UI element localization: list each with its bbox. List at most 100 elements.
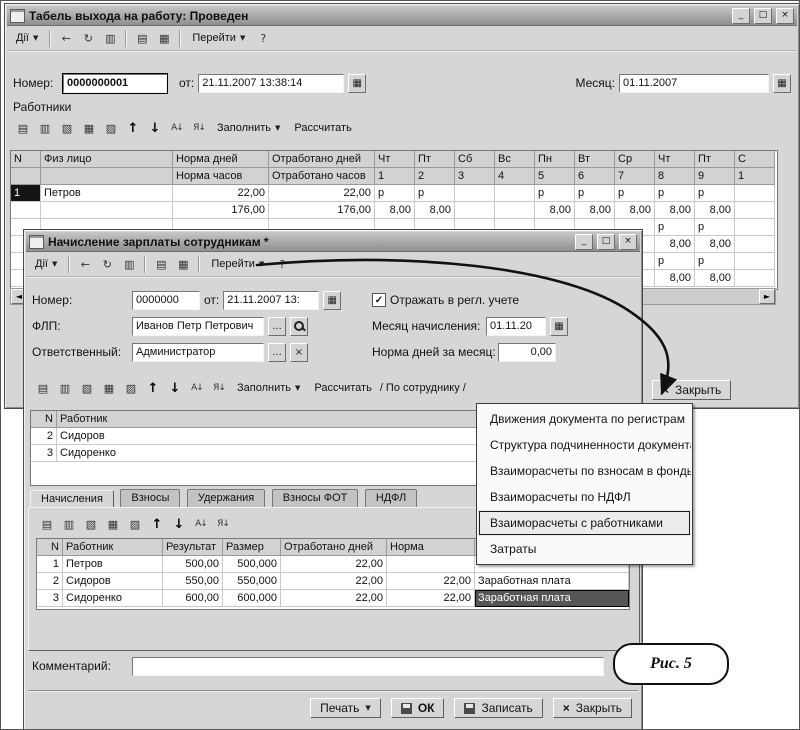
table-cell[interactable]: 600,000 <box>223 590 281 607</box>
table-cell[interactable] <box>495 185 535 202</box>
table-row[interactable]: 3Сидоренко600,00600,00022,0022,00Заработ… <box>37 590 629 607</box>
table-cell[interactable]: р <box>695 185 735 202</box>
accrual-month-input[interactable]: 01.11.20 <box>486 317 546 336</box>
table-cell[interactable] <box>495 202 535 219</box>
calculate-button[interactable]: Рассчитать <box>308 379 377 397</box>
flp-input[interactable]: Иванов Петр Петрович <box>132 317 264 336</box>
calendar-icon[interactable]: ▦ <box>550 317 568 336</box>
table-cell[interactable]: р <box>535 185 575 202</box>
document-icon[interactable]: ▤ <box>132 29 152 47</box>
menu-item-employee-settlements[interactable]: Взаиморасчеты с работниками <box>478 510 691 536</box>
scroll-right-icon[interactable]: ► <box>759 289 775 304</box>
table-cell[interactable]: Ср <box>615 151 655 168</box>
table-cell[interactable]: 500,00 <box>163 556 223 573</box>
number-input[interactable]: 0000000 <box>132 291 200 310</box>
table-cell[interactable] <box>455 202 495 219</box>
table-cell[interactable]: 500,000 <box>223 556 281 573</box>
ok-button[interactable]: ОК <box>391 698 445 718</box>
tab-contributions[interactable]: Взносы <box>120 489 180 507</box>
table-cell[interactable]: 22,00 <box>269 185 375 202</box>
levels-icon[interactable]: ▨ <box>101 119 121 137</box>
tab-fot-contributions[interactable]: Взносы ФОТ <box>272 489 359 507</box>
table-cell[interactable]: 8,00 <box>375 202 415 219</box>
table-cell[interactable]: N <box>37 539 63 556</box>
move-down-icon[interactable]: ↓ <box>165 379 185 397</box>
table-cell[interactable]: 8,00 <box>575 202 615 219</box>
table-cell[interactable]: 22,00 <box>281 590 387 607</box>
sort-desc-icon[interactable]: Я↓ <box>209 379 229 397</box>
table-cell[interactable]: 8,00 <box>415 202 455 219</box>
table-cell[interactable]: р <box>695 253 735 270</box>
menu-item-subordination-structure[interactable]: Структура подчиненности документа <box>478 432 691 458</box>
table-cell[interactable]: р <box>655 253 695 270</box>
table-cell[interactable] <box>41 202 173 219</box>
table-cell[interactable] <box>387 556 475 573</box>
table-cell[interactable]: 9 <box>695 168 735 185</box>
table-cell[interactable]: 6 <box>575 168 615 185</box>
delete-row-icon[interactable]: ▧ <box>77 379 97 397</box>
table-row[interactable]: 176,00176,008,008,008,008,008,008,008,00 <box>11 202 777 219</box>
table-cell[interactable]: р <box>695 219 735 236</box>
table-cell[interactable]: 5 <box>535 168 575 185</box>
move-down-icon[interactable]: ↓ <box>145 119 165 137</box>
refresh-icon[interactable]: ↻ <box>97 255 117 273</box>
table-cell[interactable]: Пн <box>535 151 575 168</box>
order-rows-icon[interactable]: ▦ <box>103 515 123 533</box>
payroll-titlebar[interactable]: Начисление зарплаты сотрудникам * _ □ × <box>26 232 640 252</box>
copy-row-icon[interactable]: ▥ <box>55 379 75 397</box>
sort-asc-icon[interactable]: А↓ <box>187 379 207 397</box>
table-cell[interactable]: Пт <box>695 151 735 168</box>
table-cell[interactable]: Пт <box>415 151 455 168</box>
table-cell[interactable]: 600,00 <box>163 590 223 607</box>
move-up-icon[interactable]: ↑ <box>143 379 163 397</box>
table-cell[interactable]: 8,00 <box>615 202 655 219</box>
table-cell[interactable]: Вс <box>495 151 535 168</box>
copy-row-icon[interactable]: ▥ <box>35 119 55 137</box>
move-down-icon[interactable]: ↓ <box>169 515 189 533</box>
comment-input[interactable] <box>132 657 604 676</box>
ellipsis-icon[interactable]: ... <box>268 343 286 362</box>
table-cell[interactable]: Сидоренко <box>63 590 163 607</box>
table-cell[interactable] <box>735 270 775 287</box>
reflect-accounting-checkbox[interactable]: ✓ <box>372 293 386 307</box>
norm-days-input[interactable]: 0,00 <box>498 343 556 362</box>
table-cell[interactable]: Сб <box>455 151 495 168</box>
add-row-icon[interactable]: ▤ <box>37 515 57 533</box>
table-cell[interactable]: 2 <box>37 573 63 590</box>
tab-ndfl[interactable]: НДФЛ <box>365 489 417 507</box>
add-row-icon[interactable]: ▤ <box>33 379 53 397</box>
order-rows-icon[interactable]: ▦ <box>79 119 99 137</box>
table-cell[interactable]: 1 <box>735 168 775 185</box>
table-cell[interactable]: 8,00 <box>655 202 695 219</box>
table-cell[interactable]: 7 <box>615 168 655 185</box>
table-cell[interactable]: Чт <box>655 151 695 168</box>
clear-icon[interactable]: × <box>290 343 308 362</box>
table-cell[interactable]: Норма <box>387 539 475 556</box>
table-cell[interactable]: 1 <box>11 185 41 202</box>
actions-menu-button[interactable]: Дії ▼ <box>10 29 44 47</box>
add-row-icon[interactable]: ▤ <box>13 119 33 137</box>
table-cell[interactable]: 176,00 <box>173 202 269 219</box>
goto-menu-button[interactable]: Перейти ▼ <box>186 29 251 47</box>
table-cell[interactable]: р <box>375 185 415 202</box>
back-icon[interactable]: ← <box>56 29 76 47</box>
close-icon[interactable]: × <box>619 234 637 250</box>
table-cell[interactable]: 1 <box>37 556 63 573</box>
calculate-button[interactable]: Рассчитать <box>288 119 357 137</box>
table-cell[interactable]: 8,00 <box>695 270 735 287</box>
close-button[interactable]: × Закрыть <box>553 698 632 718</box>
minimize-icon[interactable]: _ <box>575 234 593 250</box>
sort-desc-icon[interactable]: Я↓ <box>189 119 209 137</box>
table-cell[interactable]: 22,00 <box>387 590 475 607</box>
refresh-icon[interactable]: ↻ <box>78 29 98 47</box>
table-cell[interactable]: 8,00 <box>535 202 575 219</box>
save-button[interactable]: Записать <box>454 698 542 718</box>
table-cell[interactable]: 3 <box>31 445 57 462</box>
levels-icon[interactable]: ▨ <box>121 379 141 397</box>
table-cell[interactable]: Размер <box>223 539 281 556</box>
goto-menu-button[interactable]: Перейти ▼ <box>205 255 270 273</box>
table-cell[interactable]: р <box>655 219 695 236</box>
maximize-icon[interactable]: □ <box>597 234 615 250</box>
table-cell[interactable]: Петров <box>63 556 163 573</box>
move-up-icon[interactable]: ↑ <box>123 119 143 137</box>
